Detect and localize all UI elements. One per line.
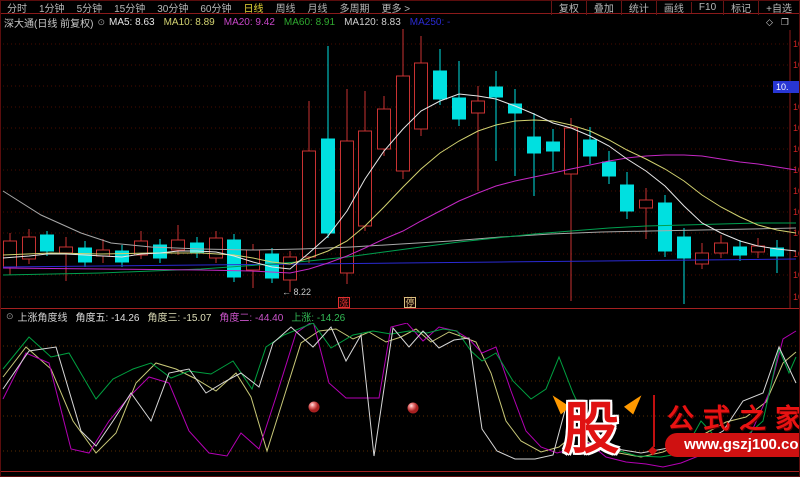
candle-body bbox=[489, 86, 503, 98]
candle-body bbox=[227, 239, 241, 278]
period-tab[interactable]: 月线 bbox=[302, 1, 334, 15]
period-tab[interactable]: 30分钟 bbox=[151, 1, 194, 15]
ma-value: MA250: - bbox=[409, 16, 451, 28]
period-tab[interactable]: 周线 bbox=[270, 1, 302, 15]
stock-info-bar: 深大通(日线 前复权) ⊙ MA5: 8.63 MA10: 8.89 MA20: 9… bbox=[1, 15, 799, 30]
period-tab[interactable]: 15分钟 bbox=[108, 1, 151, 15]
candle-body bbox=[714, 242, 728, 254]
horn-icon bbox=[623, 391, 647, 415]
candle-body bbox=[508, 103, 522, 114]
candle-body bbox=[527, 136, 541, 154]
candle-body bbox=[3, 240, 17, 268]
ma-value: MA10: 8.89 bbox=[163, 16, 215, 28]
logo-brand: 公式之家 bbox=[667, 404, 800, 434]
axis-tick: 10 bbox=[793, 270, 800, 280]
toolbar-button[interactable]: 叠加 bbox=[585, 1, 621, 15]
period-tab[interactable]: 分时 bbox=[1, 1, 33, 15]
indicator-name: 上涨角度线 bbox=[17, 313, 68, 324]
candle-body bbox=[452, 97, 466, 120]
period-tab[interactable]: 5分钟 bbox=[71, 1, 109, 15]
logo-url: www.gszj100.com bbox=[665, 433, 799, 457]
indicator-value: 角度五: -14.26 bbox=[75, 313, 140, 324]
candle-body bbox=[639, 199, 653, 209]
toolbar-button[interactable]: +自选 bbox=[758, 1, 799, 15]
ma-value: MA20: 9.42 bbox=[223, 16, 275, 28]
diamond-icon: ◆ bbox=[648, 443, 658, 457]
axis-tick: 10 bbox=[793, 60, 800, 70]
axis-tick: 10 bbox=[793, 102, 800, 112]
toolbar-button[interactable]: 复权 bbox=[550, 1, 586, 15]
candle-body bbox=[377, 108, 391, 150]
candle-body bbox=[40, 234, 54, 252]
ma-value: MA120: 8.83 bbox=[344, 16, 401, 28]
logo-glyph: 股 bbox=[563, 397, 619, 460]
candle-body bbox=[564, 127, 578, 175]
indicator-header: ⊙ 上涨角度线 角度五: -14.26 角度三: -15.07 角度二: -44.4… bbox=[1, 309, 799, 324]
candle-body bbox=[658, 202, 672, 252]
toolbar-button[interactable]: 画线 bbox=[655, 1, 691, 15]
candle-body bbox=[677, 236, 691, 259]
period-tabs: 分时 1分钟 5分钟 15分钟 30分钟 60分钟 日线 周线 月线 多周期 更多 > bbox=[1, 1, 417, 15]
axis-tick: 10 bbox=[793, 144, 800, 154]
indicator-value: 角度二: -44.40 bbox=[219, 313, 284, 324]
candle-body bbox=[602, 161, 616, 177]
candle-body bbox=[433, 70, 447, 100]
axis-tick: 10 bbox=[793, 123, 800, 133]
indicator-value: 上涨: -14.26 bbox=[291, 313, 346, 324]
toolbar-button[interactable]: 统计 bbox=[620, 1, 656, 15]
candle-body bbox=[695, 252, 709, 265]
toolbar-buttons: 复权 叠加 统计 画线 F10 标记 +自选 bbox=[550, 1, 799, 15]
ball-marker bbox=[308, 401, 320, 413]
candle-body bbox=[471, 100, 485, 114]
event-marker: 涨 bbox=[338, 297, 350, 308]
current-price-tag: 10. bbox=[773, 81, 799, 93]
candle-body bbox=[733, 246, 747, 256]
period-tab[interactable]: 更多 > bbox=[376, 1, 417, 15]
ma-values: MA5: 8.63 MA10: 8.89 MA20: 9.42 MA60: 8.91 M… bbox=[109, 17, 459, 28]
indicator-toggle-icon[interactable]: ⊙ bbox=[97, 17, 109, 28]
candle-body bbox=[246, 249, 260, 271]
period-toolbar: 分时 1分钟 5分钟 15分钟 30分钟 60分钟 日线 周线 月线 多周期 更多 > 复权 叠加 统计… bbox=[1, 1, 799, 15]
diamond-icon[interactable]: ◇ bbox=[766, 17, 773, 28]
period-tab[interactable]: 60分钟 bbox=[194, 1, 237, 15]
trading-app-window: 101010101010101010101010 分时1分钟5分钟15分钟30分… bbox=[0, 0, 800, 477]
candle-body bbox=[583, 139, 597, 157]
toolbar-button[interactable]: 标记 bbox=[723, 1, 758, 15]
stock-title: 深大通(日线 前复权) bbox=[4, 18, 94, 30]
indicator-value: 角度三: -15.07 bbox=[147, 313, 212, 324]
ball-marker bbox=[407, 402, 419, 414]
ma-value: MA60: 8.91 bbox=[283, 16, 336, 28]
candle-body bbox=[340, 140, 354, 274]
candle-body bbox=[546, 141, 560, 152]
candle-body bbox=[620, 184, 634, 212]
logo-divider bbox=[653, 395, 655, 447]
axis-tick: 10 bbox=[793, 207, 800, 217]
candle-body bbox=[96, 249, 110, 257]
ma-value: MA5: 8.63 bbox=[109, 16, 155, 28]
period-tab[interactable]: 日线 bbox=[238, 1, 270, 15]
candle-body bbox=[302, 150, 316, 258]
period-tab[interactable]: 1分钟 bbox=[33, 1, 71, 15]
watermark-logo: 股 ◆ 公式之家 www.gszj100.com bbox=[547, 387, 800, 473]
candle-body bbox=[209, 237, 223, 259]
candle-body bbox=[59, 246, 73, 254]
toolbar-button[interactable]: F10 bbox=[690, 1, 723, 13]
indicator-icon[interactable]: ⊙ bbox=[1, 311, 18, 322]
axis-tick: 10 bbox=[793, 292, 800, 302]
axis-tick: 10 bbox=[793, 186, 800, 196]
candle-body bbox=[414, 62, 428, 130]
candle-body bbox=[396, 75, 410, 172]
indicator-values: 角度五: -14.26 角度三: -15.07 角度二: -44.40 上涨: -14… bbox=[76, 309, 354, 324]
window-icon[interactable]: ❐ bbox=[781, 17, 789, 28]
low-price-label: ← 8.22 bbox=[282, 287, 312, 297]
event-marker: 停 bbox=[404, 297, 416, 308]
axis-tick: 10 bbox=[793, 39, 800, 49]
period-tab[interactable]: 多周期 bbox=[334, 1, 376, 15]
candle-body bbox=[321, 138, 335, 234]
